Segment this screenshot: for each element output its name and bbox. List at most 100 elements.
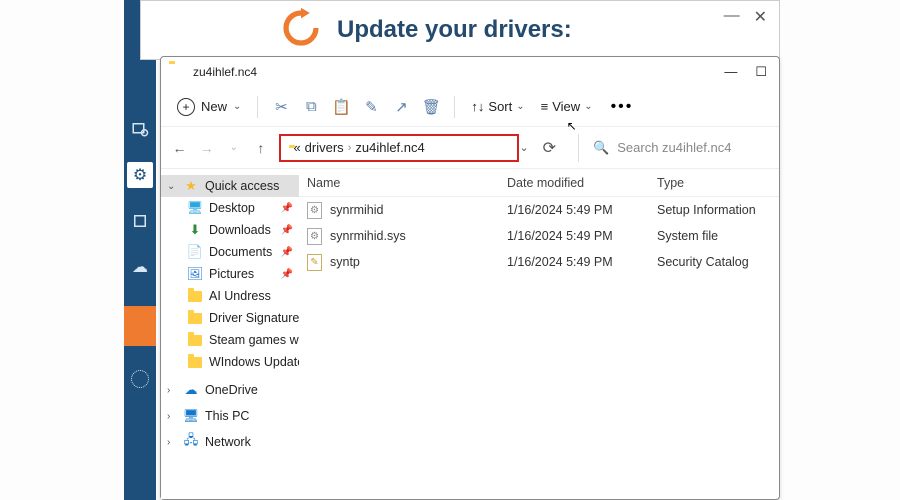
documents-icon: 📄 bbox=[187, 244, 203, 260]
sidebar-icon-ring[interactable] bbox=[127, 366, 153, 392]
pin-icon: 📌 bbox=[281, 269, 293, 280]
breadcrumb-current[interactable]: zu4ihlef.nc4 bbox=[355, 140, 424, 155]
nav-item[interactable]: 🖼Pictures📌 bbox=[161, 263, 299, 285]
file-list: Name Date modified Type Size synrmihid 1/… bbox=[299, 169, 779, 499]
col-date[interactable]: Date modified bbox=[499, 176, 649, 190]
refresh-button[interactable]: ⟳ bbox=[543, 138, 556, 158]
nav-item[interactable]: ⬇Downloads📌 bbox=[161, 219, 299, 241]
chevron-right-icon: › bbox=[167, 385, 177, 396]
nav-item[interactable]: 🖥Desktop📌 bbox=[161, 197, 299, 219]
plus-icon: + bbox=[177, 98, 195, 116]
table-row[interactable]: syntp 1/16/2024 5:49 PMSecurity Catalog14… bbox=[299, 249, 779, 275]
cursor-icon: ↖ bbox=[567, 119, 577, 133]
sort-button[interactable]: ↑↓ Sort ⌄ bbox=[465, 99, 530, 114]
sidebar-icon-chip[interactable] bbox=[127, 208, 153, 234]
nav-this-pc[interactable]: › 🖥 This PC bbox=[161, 405, 299, 427]
file-name: synrmihid.sys bbox=[330, 229, 406, 243]
folder-icon bbox=[187, 332, 203, 348]
nav-item[interactable]: Driver Signature En bbox=[161, 307, 299, 329]
share-icon[interactable]: ↗ bbox=[388, 98, 414, 116]
chevron-down-icon: ⌄ bbox=[167, 181, 177, 192]
navigation-pane: ⌄ ★ Quick access 🖥Desktop📌 ⬇Downloads📌 📄… bbox=[161, 169, 299, 499]
folder-icon bbox=[187, 310, 203, 326]
nav-item[interactable]: 📄Documents📌 bbox=[161, 241, 299, 263]
file-type: System file bbox=[649, 229, 769, 243]
recent-chevron-icon[interactable]: ⌄ bbox=[225, 142, 242, 153]
nav-item[interactable]: WIndows Update Er bbox=[161, 351, 299, 373]
chevron-right-icon: › bbox=[167, 411, 177, 422]
cloud-icon: ☁ bbox=[183, 382, 199, 398]
driver-updater-window: Update your drivers: — ✕ bbox=[140, 0, 780, 60]
nav-item[interactable]: Steam games wont bbox=[161, 329, 299, 351]
chevron-down-icon: ⌄ bbox=[233, 101, 241, 112]
pin-icon: 📌 bbox=[281, 247, 293, 258]
more-button[interactable]: ••• bbox=[603, 98, 642, 116]
new-button[interactable]: + New ⌄ bbox=[171, 94, 247, 120]
file-size: 14 KB bbox=[769, 255, 779, 269]
copy-icon[interactable]: ⧉ bbox=[298, 98, 324, 115]
file-icon bbox=[307, 202, 322, 219]
delete-icon[interactable]: 🗑 bbox=[418, 98, 444, 116]
col-name[interactable]: Name bbox=[299, 176, 499, 190]
file-date: 1/16/2024 5:49 PM bbox=[499, 255, 649, 269]
sidebar-icon-gear[interactable]: ⚙ bbox=[127, 162, 153, 188]
file-name: synrmihid bbox=[330, 203, 384, 217]
search-input[interactable] bbox=[617, 140, 767, 155]
col-type[interactable]: Type bbox=[649, 176, 769, 190]
app-sidebar: ⚙ ☁ bbox=[124, 0, 156, 500]
close-icon[interactable]: ✕ bbox=[754, 7, 767, 27]
file-explorer-window: zu4ihlef.nc4 — ☐ + New ⌄ ✂ ⧉ 📋 ✎ ↗ 🗑 ↑↓ … bbox=[160, 56, 780, 500]
pin-icon: 📌 bbox=[281, 225, 293, 236]
minimize-button[interactable]: — bbox=[724, 64, 737, 80]
breadcrumb-parent[interactable]: drivers bbox=[305, 140, 344, 155]
file-date: 1/16/2024 5:49 PM bbox=[499, 203, 649, 217]
file-type: Security Catalog bbox=[649, 255, 769, 269]
pc-icon: 🖥 bbox=[183, 408, 199, 424]
file-date: 1/16/2024 5:49 PM bbox=[499, 229, 649, 243]
command-bar: + New ⌄ ✂ ⧉ 📋 ✎ ↗ 🗑 ↑↓ Sort ⌄ ≡ View ⌄ ↖… bbox=[161, 87, 779, 127]
column-headers[interactable]: Name Date modified Type Size bbox=[299, 169, 779, 197]
view-icon: ≡ bbox=[541, 99, 549, 114]
sidebar-icon-cloud[interactable]: ☁ bbox=[127, 254, 153, 280]
network-icon: 🖧 bbox=[183, 434, 199, 450]
breadcrumb-pre: « bbox=[293, 140, 300, 155]
chevron-down-icon: ⌄ bbox=[584, 101, 592, 112]
table-row[interactable]: synrmihid.sys 1/16/2024 5:49 PMSystem fil… bbox=[299, 223, 779, 249]
nav-network[interactable]: › 🖧 Network bbox=[161, 431, 299, 453]
view-button[interactable]: ≡ View ⌄ ↖ bbox=[535, 99, 599, 114]
download-icon: ⬇ bbox=[187, 222, 203, 238]
pictures-icon: 🖼 bbox=[187, 266, 203, 282]
search-icon: 🔍 bbox=[593, 140, 609, 156]
cut-icon[interactable]: ✂ bbox=[268, 98, 294, 116]
address-chevron-icon[interactable]: ⌄ bbox=[519, 141, 528, 154]
paste-icon[interactable]: 📋 bbox=[328, 98, 354, 116]
folder-icon bbox=[187, 288, 203, 304]
titlebar[interactable]: zu4ihlef.nc4 — ☐ bbox=[161, 57, 779, 87]
chevron-right-icon: › bbox=[348, 142, 352, 154]
sidebar-highlight bbox=[124, 306, 156, 346]
up-button[interactable]: ↑ bbox=[252, 140, 269, 156]
navigation-row: ← → ⌄ ↑ « drivers › zu4ihlef.nc4 ⌄ ⟳ 🔍 bbox=[161, 127, 779, 169]
maximize-button[interactable]: ☐ bbox=[755, 64, 767, 80]
col-size[interactable]: Size bbox=[769, 176, 779, 190]
forward-button[interactable]: → bbox=[198, 140, 215, 156]
minimize-icon[interactable]: — bbox=[724, 7, 740, 27]
rename-icon[interactable]: ✎ bbox=[358, 98, 384, 116]
back-button[interactable]: ← bbox=[171, 140, 188, 156]
nav-onedrive[interactable]: › ☁ OneDrive bbox=[161, 379, 299, 401]
file-size: 5 KB bbox=[769, 203, 779, 217]
pin-icon: 📌 bbox=[281, 203, 293, 214]
chevron-down-icon: ⌄ bbox=[516, 101, 524, 112]
address-bar[interactable]: « drivers › zu4ihlef.nc4 bbox=[279, 134, 519, 162]
table-row[interactable]: synrmihid 1/16/2024 5:49 PMSetup Informat… bbox=[299, 197, 779, 223]
nav-item[interactable]: AI Undress bbox=[161, 285, 299, 307]
search-box[interactable]: 🔍 bbox=[578, 134, 769, 162]
file-icon bbox=[307, 228, 322, 245]
driver-updater-title: Update your drivers: bbox=[337, 16, 572, 44]
desktop-icon: 🖥 bbox=[187, 200, 203, 216]
nav-quick-access[interactable]: ⌄ ★ Quick access bbox=[161, 175, 299, 197]
file-type: Setup Information bbox=[649, 203, 769, 217]
sidebar-icon-generic[interactable] bbox=[127, 116, 153, 142]
chevron-right-icon: › bbox=[167, 437, 177, 448]
file-name: syntp bbox=[330, 255, 360, 269]
